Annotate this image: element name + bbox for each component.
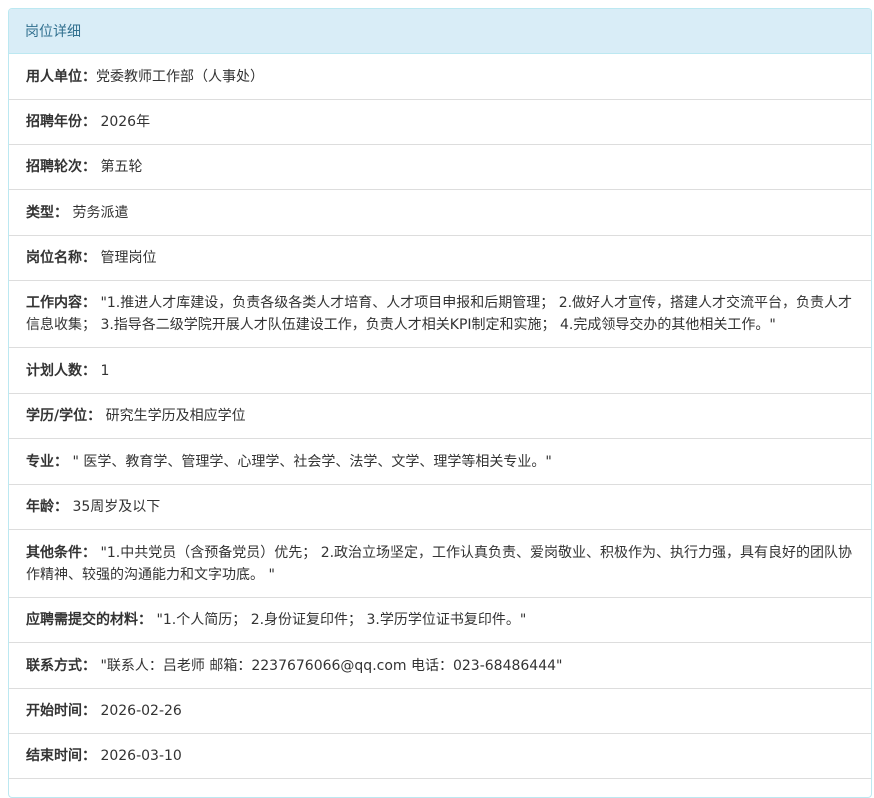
- field-label: 用人单位：: [26, 68, 96, 85]
- detail-row-education: 学历/学位： 研究生学历及相应学位: [9, 394, 871, 439]
- field-value: " 医学、教育学、管理学、心理学、社会学、法学、文学、理学等相关专业。": [72, 453, 552, 470]
- field-value: 2026-03-10: [100, 748, 182, 764]
- field-label: 联系方式：: [26, 657, 96, 674]
- detail-row-employer: 用人单位：党委教师工作部（人事处）: [9, 54, 871, 100]
- detail-row-start-date: 开始时间： 2026-02-26: [9, 689, 871, 734]
- detail-row-materials: 应聘需提交的材料： "1.个人简历； 2.身份证复印件； 3.学历学位证书复印件…: [9, 598, 871, 643]
- detail-row-round: 招聘轮次： 第五轮: [9, 145, 871, 190]
- field-label: 类型：: [26, 204, 68, 221]
- panel-heading: 岗位详细: [9, 9, 871, 54]
- field-value: 1: [100, 362, 110, 379]
- panel-title: 岗位详细: [25, 24, 81, 40]
- field-value: "1.个人简历； 2.身份证复印件； 3.学历学位证书复印件。": [156, 612, 527, 628]
- detail-row-duties: 工作内容： "1.推进人才库建设，负责各级各类人才培育、人才项目申报和后期管理；…: [9, 281, 871, 348]
- field-value: "联系人：吕老师 邮箱：2237676066@qq.com 电话：023-684…: [100, 657, 563, 674]
- field-label: 专业：: [26, 453, 68, 470]
- field-label: 工作内容：: [26, 295, 96, 311]
- field-value: 党委教师工作部（人事处）: [96, 68, 264, 85]
- detail-row-type: 类型： 劳务派遣: [9, 190, 871, 236]
- field-value: 管理岗位: [100, 250, 157, 266]
- field-value: 第五轮: [100, 159, 143, 175]
- field-value: "1.推进人才库建设，负责各级各类人才培育、人才项目申报和后期管理； 2.做好人…: [26, 295, 853, 333]
- field-value: "1.中共党员（含预备党员）优先； 2.政治立场坚定，工作认真负责、爱岗敬业、积…: [26, 544, 853, 583]
- field-label: 招聘轮次：: [26, 159, 96, 175]
- detail-row-major: 专业： " 医学、教育学、管理学、心理学、社会学、法学、文学、理学等相关专业。": [9, 439, 871, 485]
- detail-list: 用人单位：党委教师工作部（人事处） 招聘年份： 2026年 招聘轮次： 第五轮 …: [9, 54, 871, 779]
- detail-row-year: 招聘年份： 2026年: [9, 100, 871, 145]
- job-detail-panel: 岗位详细 用人单位：党委教师工作部（人事处） 招聘年份： 2026年 招聘轮次：…: [8, 8, 872, 798]
- field-label: 岗位名称：: [26, 250, 96, 266]
- detail-row-position: 岗位名称： 管理岗位: [9, 236, 871, 281]
- field-value: 2026-02-26: [100, 703, 182, 719]
- field-value: 35周岁及以下: [72, 499, 161, 515]
- detail-row-headcount: 计划人数： 1: [9, 348, 871, 394]
- field-value: 劳务派遣: [72, 204, 129, 221]
- detail-row-age: 年龄： 35周岁及以下: [9, 485, 871, 530]
- field-label: 年龄：: [26, 499, 68, 515]
- field-label: 应聘需提交的材料：: [26, 612, 152, 628]
- field-label: 计划人数：: [26, 362, 96, 379]
- field-label: 结束时间：: [26, 748, 96, 764]
- field-value: 2026年: [100, 114, 151, 130]
- field-value: 研究生学历及相应学位: [105, 408, 246, 424]
- field-label: 其他条件：: [26, 544, 96, 561]
- field-label: 开始时间：: [26, 703, 96, 719]
- detail-row-contact: 联系方式： "联系人：吕老师 邮箱：2237676066@qq.com 电话：0…: [9, 643, 871, 689]
- detail-row-end-date: 结束时间： 2026-03-10: [9, 734, 871, 779]
- field-label: 招聘年份：: [26, 114, 96, 130]
- field-label: 学历/学位：: [26, 408, 102, 424]
- detail-row-other-conditions: 其他条件： "1.中共党员（含预备党员）优先； 2.政治立场坚定，工作认真负责、…: [9, 530, 871, 598]
